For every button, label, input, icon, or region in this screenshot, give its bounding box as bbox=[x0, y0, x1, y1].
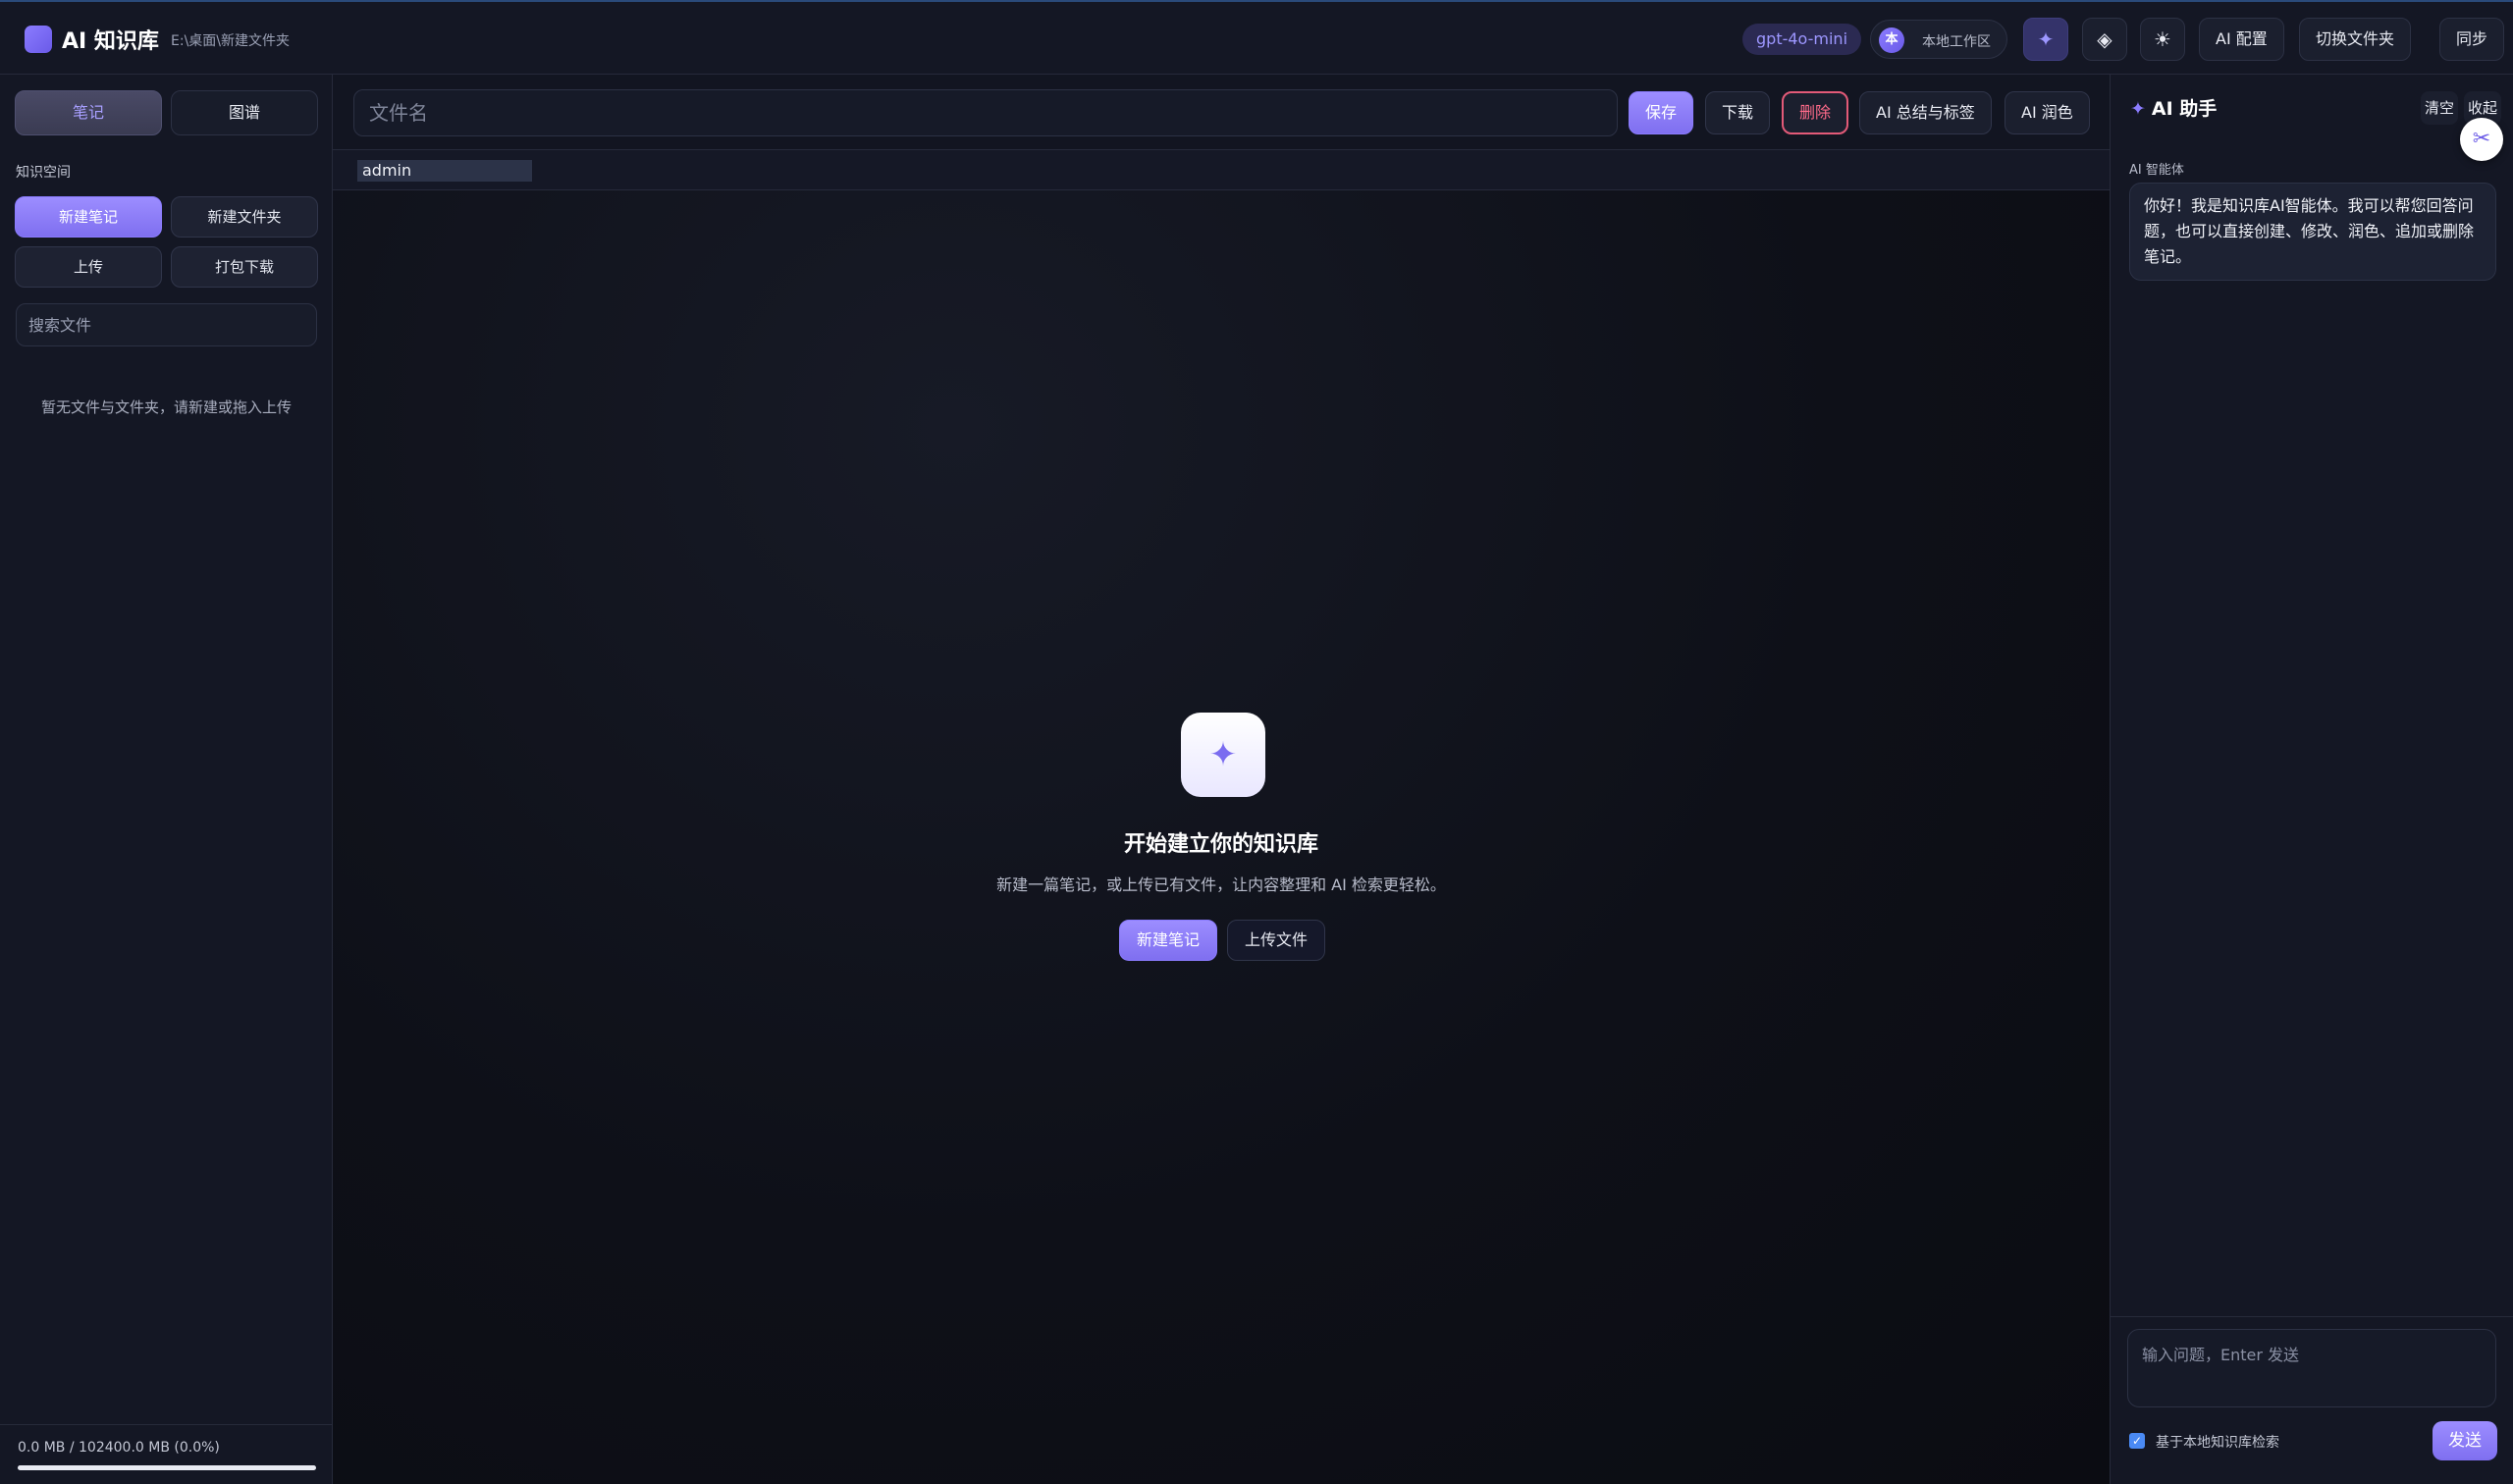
pack-download-button[interactable]: 打包下载 bbox=[171, 246, 318, 288]
editor-toolbar: 保存 下载 删除 AI 总结与标签 AI 润色 bbox=[333, 75, 2110, 150]
workspace-label: 本地工作区 bbox=[1922, 34, 1991, 50]
top-bar: AI 知识库 E:\桌面\新建文件夹 gpt-4o-mini 本 本地工作区 ✦… bbox=[0, 0, 2513, 75]
workspace-selector[interactable]: 本 本地工作区 bbox=[1870, 20, 2007, 59]
storage-progress-bar bbox=[18, 1465, 316, 1470]
app-logo-icon bbox=[25, 26, 52, 53]
storage-usage-text: 0.0 MB / 102400.0 MB (0.0%) bbox=[18, 1440, 220, 1456]
new-note-button[interactable]: 新建笔记 bbox=[15, 196, 162, 238]
diamond-icon-button[interactable]: ◈ bbox=[2082, 18, 2127, 61]
upload-button[interactable]: 上传 bbox=[15, 246, 162, 288]
ai-summarize-button[interactable]: AI 总结与标签 bbox=[1859, 91, 1992, 134]
section-label: 知识空间 bbox=[16, 165, 71, 181]
ai-input-area: ✓ 基于本地知识库检索 发送 bbox=[2111, 1316, 2513, 1484]
ai-message-bubble: 你好！我是知识库AI智能体。我可以帮您回答问题，也可以直接创建、修改、润色、追加… bbox=[2129, 183, 2496, 281]
ai-panel-title-text: AI 助手 bbox=[2151, 98, 2218, 120]
download-button[interactable]: 下载 bbox=[1705, 91, 1771, 134]
kb-search-label: 基于本地知识库检索 bbox=[2156, 1435, 2279, 1451]
sidebar: 笔记 图谱 知识空间 新建笔记 新建文件夹 上传 打包下载 暂无文件与文件夹，请… bbox=[0, 75, 333, 1484]
new-folder-button[interactable]: 新建文件夹 bbox=[171, 196, 318, 238]
current-path: E:\桌面\新建文件夹 bbox=[171, 33, 290, 49]
editor-area: 保存 下载 删除 AI 总结与标签 AI 润色 admin ✦ 开始建立你的知识… bbox=[333, 75, 2110, 1484]
scissors-icon[interactable]: ✂ bbox=[2460, 118, 2503, 161]
kb-search-checkbox[interactable]: ✓ bbox=[2129, 1433, 2145, 1449]
ai-polish-button[interactable]: AI 润色 bbox=[2005, 91, 2090, 134]
clear-chat-button[interactable]: 清空 bbox=[2421, 91, 2459, 125]
send-button[interactable]: 发送 bbox=[2433, 1421, 2497, 1460]
user-bar: admin bbox=[333, 150, 2110, 190]
ai-agent-label: AI 智能体 bbox=[2129, 163, 2184, 178]
empty-upload-file-button[interactable]: 上传文件 bbox=[1227, 920, 1326, 961]
empty-file-list-text: 暂无文件与文件夹，请新建或拖入上传 bbox=[40, 398, 292, 416]
empty-state-title: 开始建立你的知识库 bbox=[1123, 832, 1318, 857]
ai-question-input[interactable] bbox=[2127, 1329, 2496, 1407]
file-search-input[interactable] bbox=[16, 303, 317, 346]
user-name[interactable]: admin bbox=[357, 160, 532, 182]
filename-input[interactable] bbox=[353, 89, 1618, 136]
sync-button[interactable]: 同步 bbox=[2439, 18, 2505, 61]
empty-state-subtitle: 新建一篇笔记，或上传已有文件，让内容整理和 AI 检索更轻松。 bbox=[996, 875, 1446, 894]
ai-assistant-panel: ✦ AI 助手 清空 收起 ✂ AI 智能体 你好！我是知识库AI智能体。我可以帮… bbox=[2110, 75, 2513, 1484]
app-title: AI 知识库 bbox=[62, 29, 159, 54]
model-badge[interactable]: gpt-4o-mini bbox=[1742, 24, 1862, 55]
sparkle-icon: ✦ bbox=[1181, 713, 1265, 797]
sparkle-icon: ✦ bbox=[2130, 98, 2146, 120]
save-button[interactable]: 保存 bbox=[1629, 91, 1694, 134]
delete-button[interactable]: 删除 bbox=[1782, 91, 1849, 134]
storage-footer: 0.0 MB / 102400.0 MB (0.0%) bbox=[0, 1424, 333, 1484]
ai-panel-title: ✦ AI 助手 bbox=[2130, 94, 2217, 121]
tab-notes[interactable]: 笔记 bbox=[15, 90, 162, 135]
theme-toggle-button[interactable]: ☀ bbox=[2140, 18, 2185, 61]
workspace-avatar: 本 bbox=[1879, 27, 1904, 53]
ai-sparkle-button[interactable]: ✦ bbox=[2023, 18, 2068, 61]
ai-config-button[interactable]: AI 配置 bbox=[2199, 18, 2284, 61]
tab-graph[interactable]: 图谱 bbox=[171, 90, 318, 135]
empty-new-note-button[interactable]: 新建笔记 bbox=[1119, 920, 1218, 961]
switch-folder-button[interactable]: 切换文件夹 bbox=[2299, 18, 2412, 61]
